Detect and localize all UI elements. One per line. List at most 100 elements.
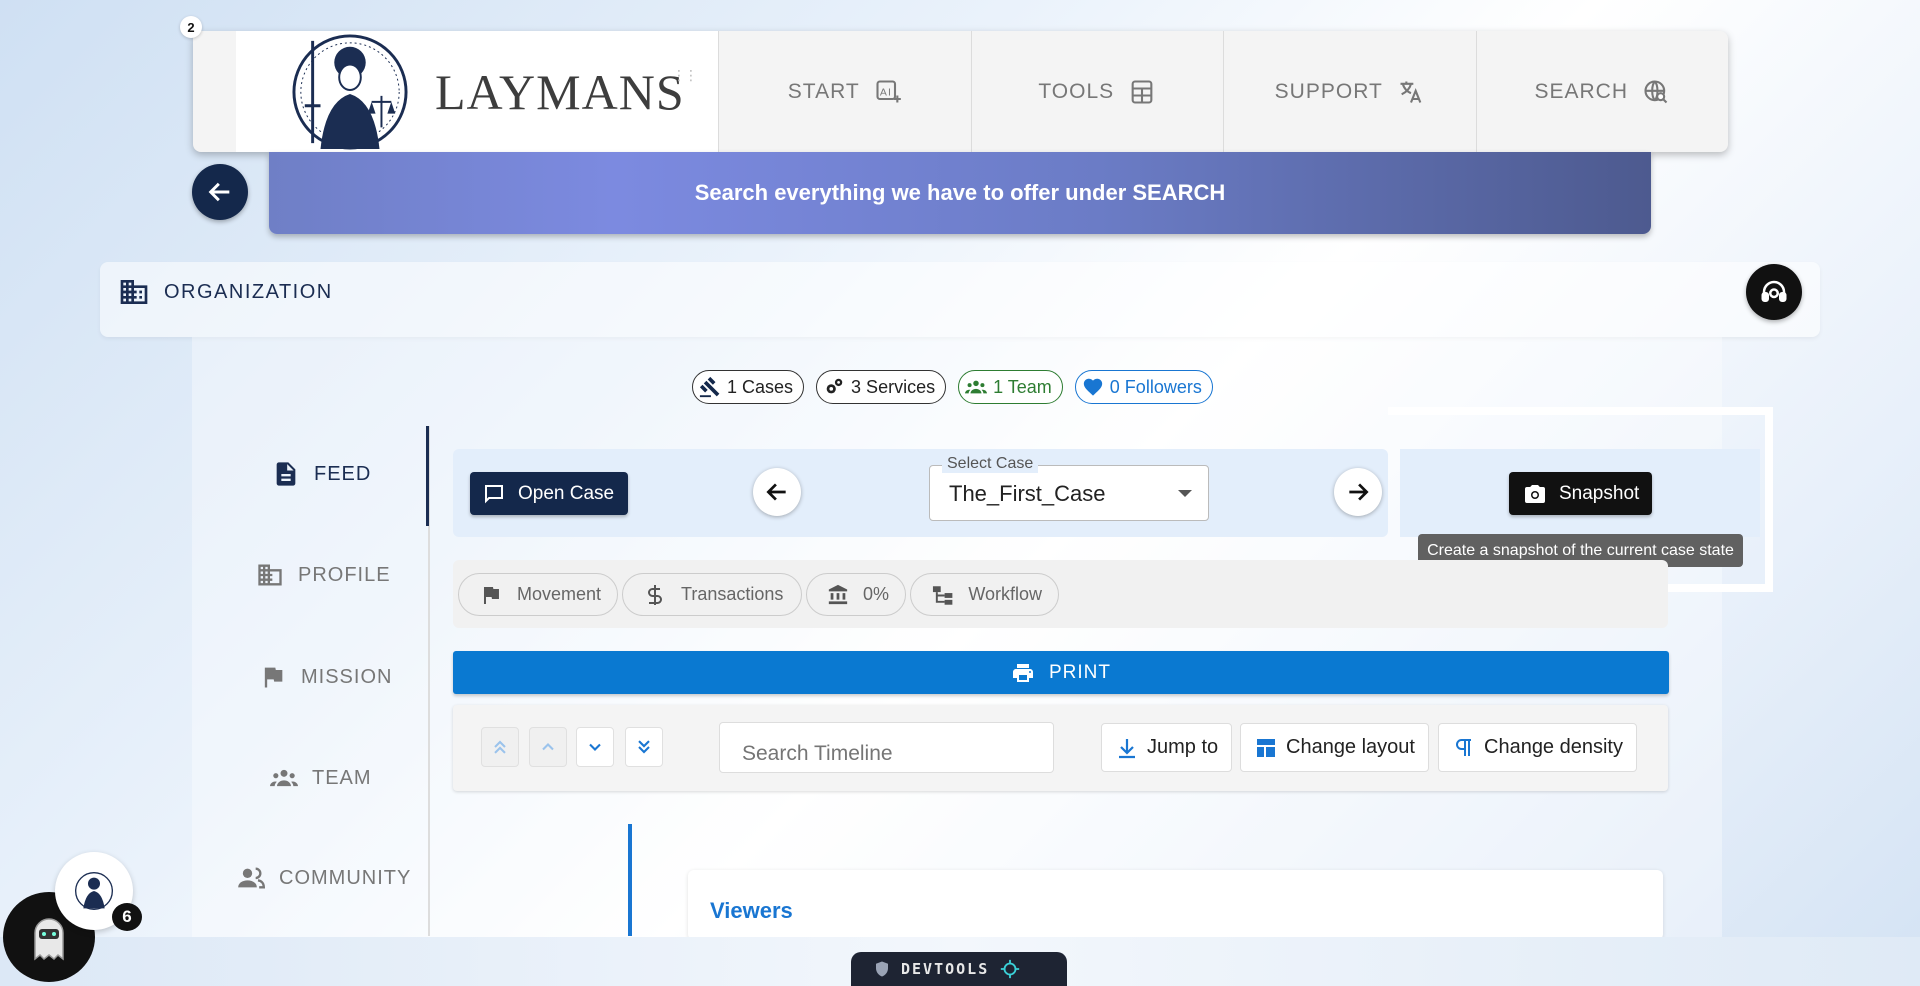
timeline-search-input[interactable]	[719, 722, 1054, 773]
building-icon	[258, 564, 282, 586]
movement-tab[interactable]: Movement	[458, 573, 618, 616]
percent-tab[interactable]: 0%	[806, 573, 906, 616]
notification-count-badge: 6	[112, 903, 142, 931]
select-case-dropdown[interactable]: Select Case The_First_Case	[929, 455, 1209, 521]
change-layout-label: Change layout	[1286, 736, 1415, 758]
globe-search-icon	[1644, 79, 1668, 103]
paragraph-icon	[1456, 738, 1471, 756]
viewers-title: Viewers	[710, 898, 793, 923]
movement-label: Movement	[516, 584, 601, 604]
open-case-button[interactable]: Open Case	[470, 472, 628, 515]
sidebar-item-community[interactable]: COMMUNITY	[237, 864, 411, 892]
percent-label: 0%	[862, 584, 889, 604]
jump-to-button[interactable]: Jump to	[1101, 723, 1233, 772]
arrow-left-icon	[766, 483, 786, 501]
download-arrow-icon	[1119, 738, 1135, 758]
open-case-label: Open Case	[518, 482, 615, 504]
people-icon	[238, 867, 265, 889]
dollar-icon	[648, 584, 662, 605]
print-button[interactable]: PRINT	[453, 651, 1669, 694]
double-chevron-up-icon	[494, 740, 506, 754]
drag-handle-icon[interactable]: ⋮⋮	[672, 68, 698, 82]
next-case-button[interactable]	[1334, 468, 1382, 516]
arrow-right-icon	[1349, 483, 1369, 501]
organization-label: ORGANIZATION	[164, 280, 333, 303]
nav-start-label: START	[787, 79, 860, 103]
sidebar-item-team-label: TEAM	[312, 766, 372, 789]
nav-count-badge: 2	[180, 16, 202, 38]
sidebar-item-profile[interactable]: PROFILE	[256, 561, 391, 589]
scroll-down-button[interactable]	[576, 727, 614, 767]
gears-icon	[826, 378, 843, 394]
previous-case-button[interactable]	[753, 468, 801, 516]
services-chip[interactable]: 3 Services	[816, 370, 947, 404]
sidebar-item-mission-label: MISSION	[301, 665, 393, 688]
chevron-down-icon	[589, 743, 601, 751]
stats-chips: 1 Cases 3 Services 1 Team 0 Followers	[692, 370, 1213, 404]
scroll-up-button[interactable]	[529, 727, 567, 767]
select-case-label: Select Case	[942, 455, 1039, 473]
nav-tools[interactable]: TOOLS	[970, 31, 1224, 152]
transactions-label: Transactions	[681, 584, 784, 604]
devtools-label: DEVTOOLS	[901, 960, 990, 978]
scroll-bottom-button[interactable]	[625, 727, 663, 767]
sidebar-item-team[interactable]: TEAM	[270, 764, 372, 792]
brand-name: LAYMANS	[435, 63, 685, 120]
cases-chip[interactable]: 1 Cases	[692, 370, 805, 404]
print-label: PRINT	[1049, 661, 1111, 683]
gavel-icon	[699, 376, 720, 398]
back-button[interactable]	[192, 164, 248, 220]
nav-search[interactable]: SEARCH	[1475, 31, 1729, 152]
brand-logo-link[interactable]: LAYMANS ⋮⋮	[236, 31, 718, 152]
ai-sparkle-icon: AI	[876, 79, 901, 102]
transactions-tab[interactable]: Transactions	[622, 573, 802, 616]
nav-search-label: SEARCH	[1534, 79, 1629, 103]
workflow-icon	[932, 585, 953, 605]
scroll-top-button[interactable]	[481, 727, 519, 767]
chat-bubble-icon	[485, 484, 503, 503]
headset-icon	[1761, 280, 1787, 302]
change-layout-button[interactable]: Change layout	[1240, 723, 1429, 772]
organization-title: ORGANIZATION	[118, 276, 333, 308]
workflow-tab[interactable]: Workflow	[910, 573, 1059, 616]
caret-down-icon	[1178, 490, 1192, 497]
viewers-card: Viewers	[688, 870, 1663, 940]
workflow-label: Workflow	[968, 584, 1042, 604]
top-navigation: LAYMANS ⋮⋮ START AI TOOLS SUPPORT SEARCH	[193, 31, 1728, 152]
translate-icon	[1400, 81, 1422, 103]
justice-logo-icon	[292, 33, 408, 150]
arrow-left-icon	[208, 182, 230, 202]
nav-tools-label: TOOLS	[1038, 79, 1115, 103]
nav-start[interactable]: START AI	[718, 31, 971, 152]
snapshot-label: Snapshot	[1559, 482, 1640, 504]
sidebar-item-feed[interactable]: FEED	[272, 460, 371, 488]
cases-chip-label: 1 Cases	[727, 376, 794, 397]
justice-logo-icon	[75, 872, 113, 910]
sidebar-active-indicator	[426, 426, 429, 526]
jump-to-label: Jump to	[1147, 736, 1219, 758]
services-chip-label: 3 Services	[851, 376, 936, 397]
followers-chip[interactable]: 0 Followers	[1074, 370, 1213, 404]
devtools-toggle[interactable]: DEVTOOLS	[851, 952, 1067, 986]
change-density-label: Change density	[1484, 736, 1623, 758]
crosshair-icon[interactable]	[999, 958, 1021, 980]
team-chip-label: 1 Team	[993, 376, 1052, 397]
building-icon	[120, 280, 148, 304]
sidebar-item-mission[interactable]: MISSION	[259, 663, 392, 691]
support-agent-button[interactable]	[1746, 264, 1802, 320]
change-density-button[interactable]: Change density	[1438, 723, 1637, 772]
groups-icon	[965, 380, 988, 394]
followers-chip-label: 0 Followers	[1109, 376, 1202, 397]
bank-icon	[828, 584, 848, 604]
timeline-line	[628, 824, 632, 936]
flag-icon	[264, 667, 283, 688]
svg-text:AI: AI	[880, 86, 892, 98]
nav-support[interactable]: SUPPORT	[1223, 31, 1476, 152]
shield-icon	[876, 961, 888, 977]
sidebar-item-feed-label: FEED	[314, 462, 372, 485]
groups-icon	[270, 769, 298, 787]
organization-header	[100, 262, 1820, 337]
snapshot-button[interactable]: Snapshot	[1509, 472, 1652, 515]
team-chip[interactable]: 1 Team	[958, 370, 1063, 404]
double-chevron-down-icon	[638, 740, 650, 754]
